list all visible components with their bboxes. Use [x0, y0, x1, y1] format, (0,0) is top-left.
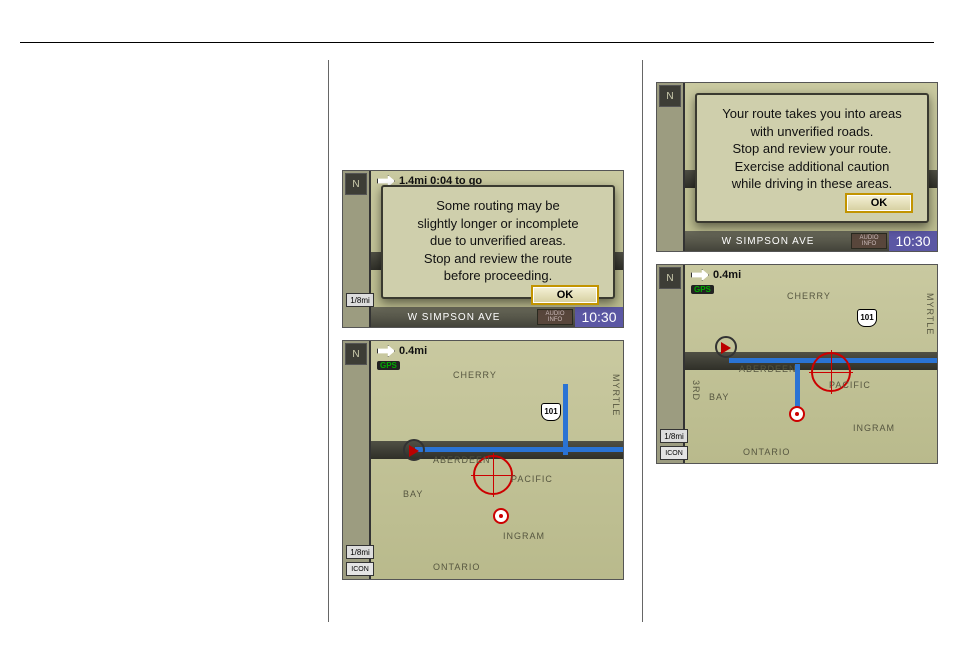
street-label-aberdeen: ABERDEEN — [433, 455, 491, 465]
street-label-pacific: PACIFIC — [511, 474, 553, 484]
status-bar: W SIMPSON AVE AUDIO INFO 10:30 — [371, 307, 623, 327]
street-name: W SIMPSON AVE — [408, 312, 501, 323]
dialog-message: Your route takes you into areas with unv… — [711, 105, 913, 193]
street-label-myrtle: MYRTLE — [611, 374, 621, 416]
compass-button[interactable]: N — [345, 173, 367, 195]
street-label-ontario: ONTARIO — [743, 447, 790, 457]
audio-label-2: INFO — [862, 241, 876, 247]
map-scale[interactable]: 1/8mi — [346, 545, 374, 559]
map-scale[interactable]: 1/8mi — [660, 429, 688, 443]
distance-text: 0.4mi — [399, 345, 427, 357]
distance-readout: 0.4mi — [691, 269, 741, 281]
left-control-bar: N — [343, 341, 371, 579]
street-label-third: 3RD — [691, 380, 701, 401]
street-label-aberdeen: ABERDEEN — [739, 364, 797, 374]
street-label-ingram: INGRAM — [853, 423, 895, 433]
caution-dialog-a: Some routing may be slightly longer or i… — [381, 185, 615, 299]
street-label-cherry: CHERRY — [453, 370, 497, 380]
audio-info-button[interactable]: AUDIO INFO — [851, 233, 887, 249]
nav-screen-map-d[interactable]: 101 CHERRY ABERDEEN PACIFIC BAY INGRAM O… — [656, 264, 938, 464]
street-label-pacific: PACIFIC — [829, 380, 871, 390]
caution-dialog-c: Your route takes you into areas with unv… — [695, 93, 929, 223]
turn-arrow-icon — [377, 345, 395, 357]
horizontal-rule — [20, 42, 934, 43]
route-line-vertical — [563, 384, 568, 455]
compass-button[interactable]: N — [659, 85, 681, 107]
street-label-ontario: ONTARIO — [433, 562, 480, 572]
icon-toggle-button[interactable]: ICON — [660, 446, 688, 460]
column-divider-1 — [328, 60, 329, 622]
nav-screen-modal-c: N W SIMPSON AVE AUDIO INFO 10:30 Your ro… — [656, 82, 938, 252]
status-bar: W SIMPSON AVE AUDIO INFO 10:30 — [685, 231, 937, 251]
destination-marker — [789, 406, 805, 422]
audio-label-2: INFO — [548, 317, 562, 323]
street-label-cherry: CHERRY — [787, 291, 831, 301]
compass-button[interactable]: N — [345, 343, 367, 365]
nav-screen-modal-a: N 1.4mi 0:04 to go 1/8mi W SIMPSON AVE A… — [342, 170, 624, 328]
gps-badge: GPS — [691, 285, 714, 294]
street-label-ingram: INGRAM — [503, 531, 545, 541]
ok-button[interactable]: OK — [531, 285, 599, 305]
highway-shield: 101 — [857, 309, 877, 327]
route-line-horizontal — [415, 447, 623, 452]
highway-shield: 101 — [541, 403, 561, 421]
street-label-myrtle: MYRTLE — [925, 293, 935, 335]
column-divider-2 — [642, 60, 643, 622]
map-scale[interactable]: 1/8mi — [346, 293, 374, 307]
icon-toggle-button[interactable]: ICON — [346, 562, 374, 576]
audio-info-button[interactable]: AUDIO INFO — [537, 309, 573, 325]
clock: 10:30 — [575, 307, 623, 327]
left-control-bar: N — [657, 83, 685, 251]
turn-arrow-icon — [691, 269, 709, 281]
ok-button[interactable]: OK — [845, 193, 913, 213]
dialog-message: Some routing may be slightly longer or i… — [397, 197, 599, 285]
street-label-bay: BAY — [709, 392, 729, 402]
distance-readout: 0.4mi — [377, 345, 427, 357]
vehicle-marker — [403, 439, 425, 461]
street-label-bay: BAY — [403, 489, 423, 499]
gps-badge: GPS — [377, 361, 400, 370]
distance-text: 0.4mi — [713, 269, 741, 281]
street-name: W SIMPSON AVE — [722, 236, 815, 247]
clock: 10:30 — [889, 231, 937, 251]
nav-screen-map-b[interactable]: 101 CHERRY ABERDEEN PACIFIC BAY INGRAM O… — [342, 340, 624, 580]
destination-marker — [493, 508, 509, 524]
compass-button[interactable]: N — [659, 267, 681, 289]
